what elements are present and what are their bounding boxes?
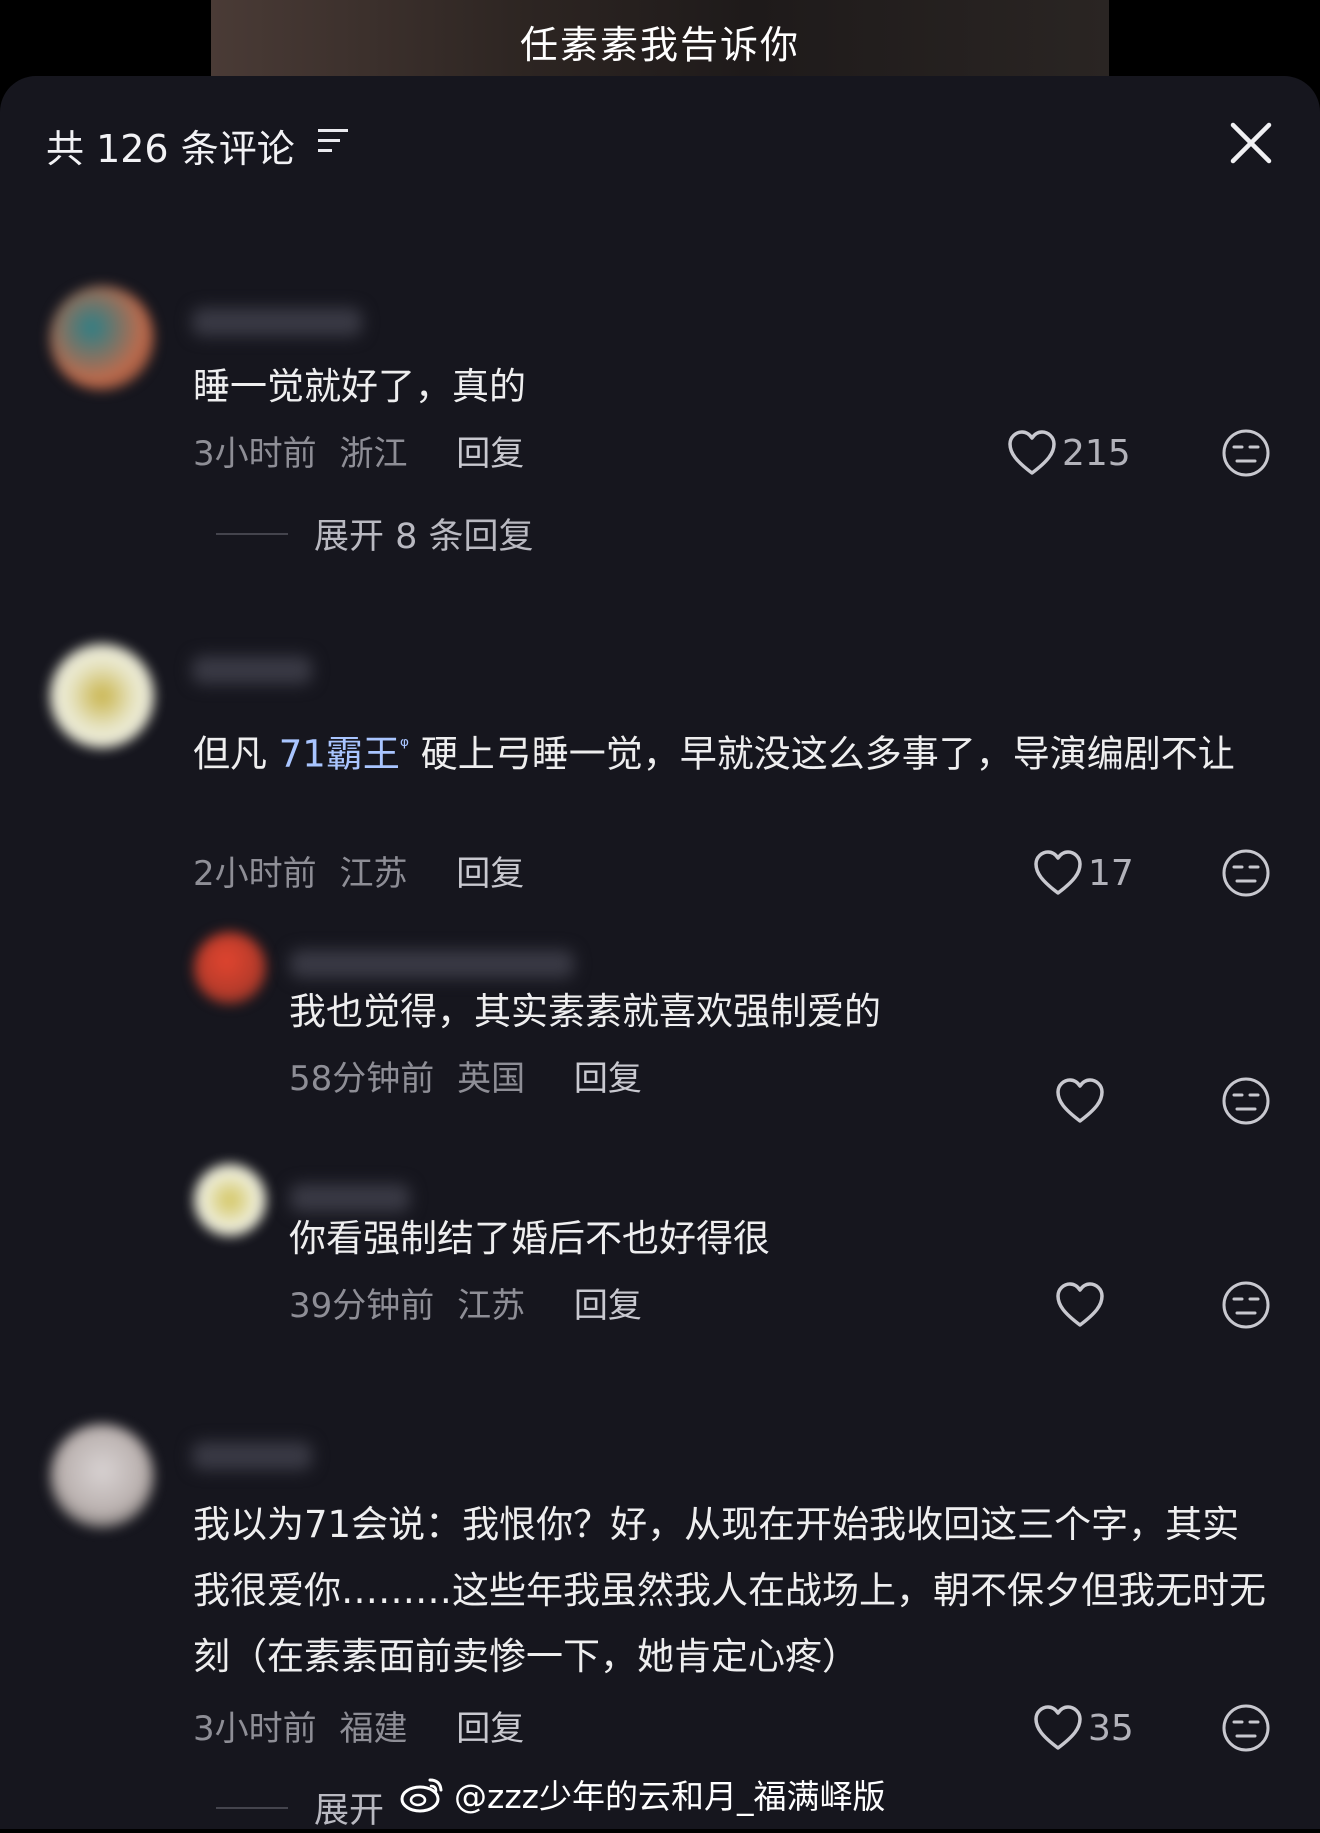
comment-text: 但凡 71霸王ᵠ 硬上弓睡一觉，早就没这么多事了，导演编剧不让 <box>193 714 1263 787</box>
comment-location: 江苏 <box>339 854 408 894</box>
video-preview: 任素素我告诉你 <box>211 0 1109 76</box>
comment-text: 睡一觉就好了，真的 <box>193 365 526 408</box>
filter-icon[interactable] <box>316 126 352 156</box>
mention-link[interactable]: 71霸王 <box>279 732 400 775</box>
like-button[interactable] <box>1054 1280 1106 1330</box>
avatar[interactable] <box>50 1424 154 1528</box>
username-blurred[interactable] <box>290 950 574 978</box>
like-count: 215 <box>1062 432 1131 474</box>
like-button[interactable] <box>1054 1076 1106 1126</box>
dislike-face-icon[interactable] <box>1221 1280 1271 1330</box>
heart-icon <box>1056 1282 1104 1327</box>
video-subtitle: 任素素我告诉你 <box>519 23 800 67</box>
expand-label: 展开 8 条回复 <box>314 517 534 557</box>
expand-label: 展开 <box>314 1791 385 1831</box>
like-button[interactable]: 215 <box>1006 428 1131 478</box>
reply-button[interactable]: 回复 <box>574 1059 642 1099</box>
comment-meta: 3小时前 福建 回复 <box>193 1701 536 1750</box>
reply-text: 我也觉得，其实素素就喜欢强制爱的 <box>289 990 881 1033</box>
expand-replies-button[interactable]: 展开 8 条回复 <box>216 508 534 559</box>
reply-button[interactable]: 回复 <box>574 1286 642 1326</box>
comment-text-part: 但凡 <box>193 732 279 776</box>
divider-line <box>216 532 288 535</box>
avatar[interactable] <box>50 286 154 390</box>
reply-time: 39分钟前 <box>289 1286 435 1326</box>
reply-button[interactable]: 回复 <box>456 854 524 894</box>
reply-location: 英国 <box>457 1059 526 1099</box>
like-count: 17 <box>1088 852 1134 894</box>
comment-meta: 2小时前 江苏 回复 <box>193 846 536 895</box>
dislike-face-icon[interactable] <box>1221 1076 1271 1126</box>
reply-location: 江苏 <box>457 1286 526 1326</box>
avatar[interactable] <box>194 932 266 1004</box>
reply-button[interactable]: 回复 <box>456 1709 524 1749</box>
dislike-face-icon[interactable] <box>1221 428 1271 478</box>
heart-icon <box>1034 1705 1082 1750</box>
reply-button[interactable]: 回复 <box>456 434 524 474</box>
like-button[interactable]: 17 <box>1032 848 1134 898</box>
comment-meta: 3小时前 浙江 回复 <box>193 426 536 475</box>
divider-line <box>216 1806 288 1809</box>
comment-text: 我以为71会说：我恨你？好，从现在开始我收回这三个字，其实我很爱你………这些年我… <box>193 1503 1266 1678</box>
comment-count-title: 共 126 条评论 <box>46 127 295 171</box>
search-icon: ᵠ <box>399 734 410 759</box>
comment-sheet: 共 126 条评论 睡一觉就好了，真的 3小时前 浙江 回复 215 展开 8 … <box>0 76 1320 1831</box>
heart-icon <box>1034 850 1082 895</box>
heart-icon <box>1008 430 1056 475</box>
like-button[interactable]: 35 <box>1032 1703 1134 1753</box>
reply-text: 你看强制结了婚后不也好得很 <box>289 1217 770 1260</box>
comment-text-part: 硬上弓睡一觉，早就没这么多事了，导演编剧不让 <box>409 732 1235 776</box>
reply-meta: 58分钟前 英国 回复 <box>289 1051 654 1100</box>
dislike-face-icon[interactable] <box>1221 1703 1271 1753</box>
username-blurred[interactable] <box>192 656 312 684</box>
avatar[interactable] <box>194 1164 266 1236</box>
avatar[interactable] <box>50 644 154 748</box>
comment-time: 3小时前 <box>193 434 317 474</box>
comment-time: 3小时前 <box>193 1709 317 1749</box>
dislike-face-icon[interactable] <box>1221 848 1271 898</box>
like-count: 35 <box>1088 1707 1134 1749</box>
username-blurred[interactable] <box>192 308 362 336</box>
username-blurred[interactable] <box>192 1442 312 1470</box>
watermark: @zzz少年的云和月_福满峄版 <box>400 1770 885 1818</box>
weibo-logo-icon <box>400 1778 443 1813</box>
reply-time: 58分钟前 <box>289 1059 435 1099</box>
comment-time: 2小时前 <box>193 854 317 894</box>
expand-replies-button[interactable]: 展开 <box>216 1782 384 1833</box>
watermark-text: @zzz少年的云和月_福满峄版 <box>454 1777 886 1816</box>
comment-location: 浙江 <box>339 434 408 474</box>
comment-header: 共 126 条评论 <box>0 76 1320 206</box>
comment-location: 福建 <box>339 1709 408 1749</box>
heart-icon <box>1056 1078 1104 1123</box>
reply-meta: 39分钟前 江苏 回复 <box>289 1278 654 1327</box>
close-icon[interactable] <box>1228 120 1274 166</box>
